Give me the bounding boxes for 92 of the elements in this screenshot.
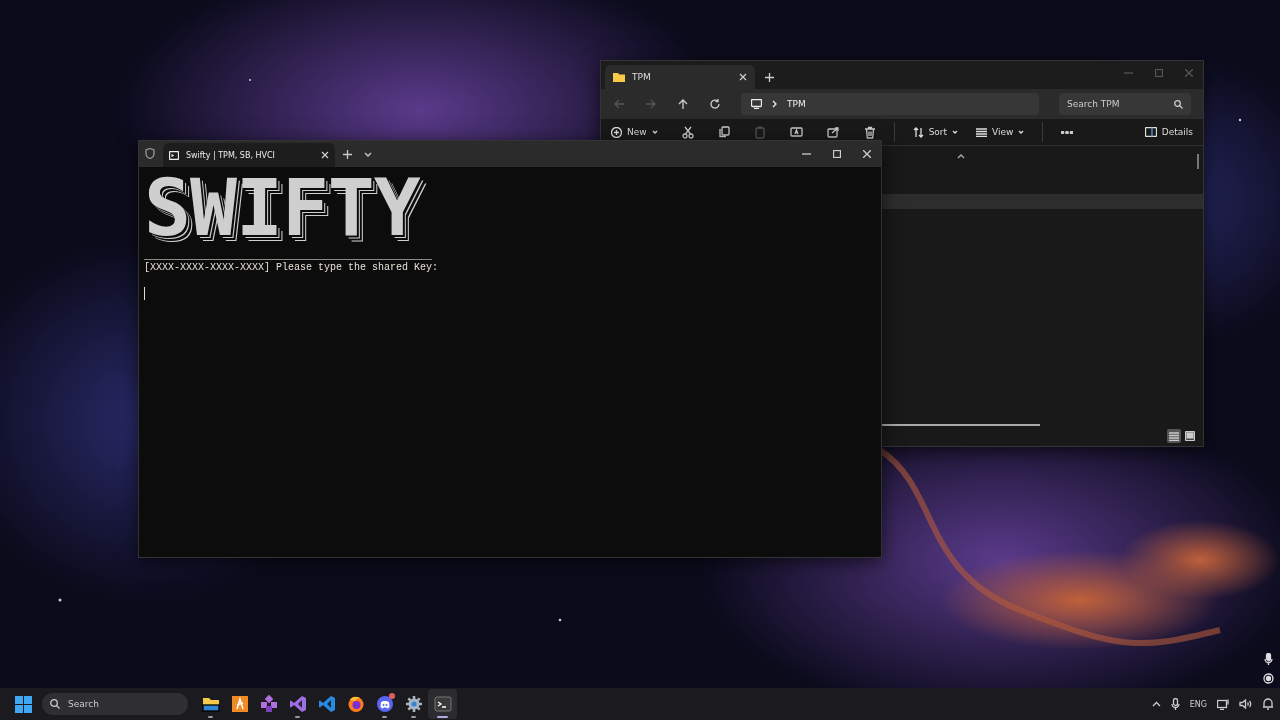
- windows-logo-icon: [15, 695, 32, 713]
- breadcrumb[interactable]: TPM: [787, 99, 806, 109]
- caret-icon: [952, 130, 959, 134]
- address-bar[interactable]: TPM: [741, 93, 1039, 115]
- copy-icon: [717, 126, 730, 138]
- folder-icon: [613, 72, 625, 82]
- view-button[interactable]: View: [976, 127, 1025, 137]
- tray-overflow-button[interactable]: [1151, 701, 1161, 707]
- chevron-up-icon: [1151, 701, 1161, 707]
- tab-title: TPM: [632, 72, 651, 82]
- details-pane-icon: [1144, 127, 1157, 137]
- close-tab-button[interactable]: [321, 151, 329, 159]
- toolbar-button[interactable]: [826, 126, 840, 138]
- toolbar-button[interactable]: [789, 126, 803, 138]
- more-button[interactable]: [1061, 130, 1074, 134]
- more-icon: [1061, 130, 1074, 134]
- terminal-tab[interactable]: Swifty | TPM, SB, HVCI: [163, 143, 335, 167]
- forward-arrow-icon: [645, 98, 657, 110]
- target-icon: [1263, 673, 1274, 684]
- lines-icon: [976, 127, 988, 137]
- sort-button[interactable]: Sort: [912, 126, 959, 138]
- notification-button[interactable]: [1262, 698, 1274, 710]
- trash-icon: [863, 125, 876, 139]
- search-field[interactable]: Search TPM: [1059, 93, 1191, 115]
- toolbar-button[interactable]: [717, 126, 730, 138]
- chevron-icon: [772, 100, 777, 108]
- taskbar-app-button[interactable]: [428, 689, 457, 719]
- taskbar-search-field[interactable]: Search: [42, 693, 188, 715]
- sort-caret-icon: [957, 154, 965, 159]
- fox-globe-icon: [346, 695, 365, 713]
- speaker-icon: [1239, 699, 1252, 709]
- new-tab-button[interactable]: [343, 149, 352, 159]
- divider-line: ________________________________________________: [144, 251, 433, 262]
- explorer-tab[interactable]: TPM: [605, 65, 755, 89]
- prompt-text: [XXXX-XXXX-XXXX-XXXX] Please type the shared Key:: [144, 262, 439, 273]
- minimize-button[interactable]: [802, 150, 811, 158]
- text-cursor: [144, 287, 145, 300]
- search-icon: [50, 699, 60, 709]
- new-tab-button[interactable]: [765, 73, 774, 82]
- close-icon: [863, 150, 871, 158]
- network-icon: [1217, 698, 1229, 710]
- squares-icon: [259, 695, 278, 713]
- microphone-button[interactable]: [1170, 698, 1180, 710]
- minimize-icon: [1124, 72, 1133, 74]
- back-arrow-icon: [613, 98, 625, 110]
- caret-icon: [651, 130, 658, 134]
- up-arrow-icon: [677, 98, 689, 110]
- plus-circle-icon: [611, 126, 622, 138]
- new-button[interactable]: New: [611, 126, 658, 138]
- folder-icon: [201, 696, 220, 712]
- tile-icon: [230, 695, 249, 713]
- maximize-icon: [833, 150, 841, 158]
- monitor-icon: [751, 99, 762, 109]
- details-view-icon: [1169, 431, 1179, 441]
- shield-icon: [145, 147, 155, 159]
- caret-icon: [1018, 130, 1025, 134]
- banner-title: SWIFTY: [144, 171, 420, 245]
- plus-icon: [765, 73, 774, 82]
- sort-icon: [912, 126, 924, 138]
- ribbon-icon: [288, 695, 307, 713]
- close-icon: [321, 151, 329, 159]
- language-indicator[interactable]: ENG: [1189, 699, 1207, 709]
- toolbar-button[interactable]: [863, 125, 876, 139]
- maximize-icon: [1155, 69, 1163, 77]
- close-icon: [739, 73, 747, 81]
- chat-face-icon: [375, 695, 394, 713]
- code-ribbon-icon: [317, 695, 336, 713]
- view-toggle[interactable]: [1183, 429, 1197, 443]
- tiles-view-icon: [1185, 431, 1195, 441]
- volume-button[interactable]: [1239, 699, 1252, 709]
- refresh-icon: [709, 98, 721, 110]
- bell-icon: [1262, 698, 1274, 710]
- clipboard-icon: [753, 125, 766, 139]
- details-button[interactable]: Details: [1144, 127, 1193, 137]
- toolbar-button[interactable]: [681, 125, 694, 139]
- microphone-icon: [1170, 698, 1180, 710]
- plus-icon: [343, 149, 352, 159]
- terminal-icon: [169, 150, 179, 160]
- minimize-icon: [802, 153, 811, 155]
- view-toggle[interactable]: [1167, 429, 1181, 443]
- microphone-icon: [1264, 653, 1273, 665]
- share-icon: [826, 126, 840, 138]
- terminal-icon: [433, 696, 452, 712]
- gear-icon: [404, 695, 423, 713]
- network-button[interactable]: [1217, 698, 1229, 710]
- scissors-icon: [681, 125, 694, 139]
- tab-title: Swifty | TPM, SB, HVCI: [186, 150, 275, 160]
- close-tab-button[interactable]: [739, 73, 747, 81]
- rename-icon: [789, 126, 803, 138]
- close-icon: [1185, 69, 1193, 77]
- caret-icon: [364, 151, 372, 157]
- search-icon: [1174, 99, 1183, 109]
